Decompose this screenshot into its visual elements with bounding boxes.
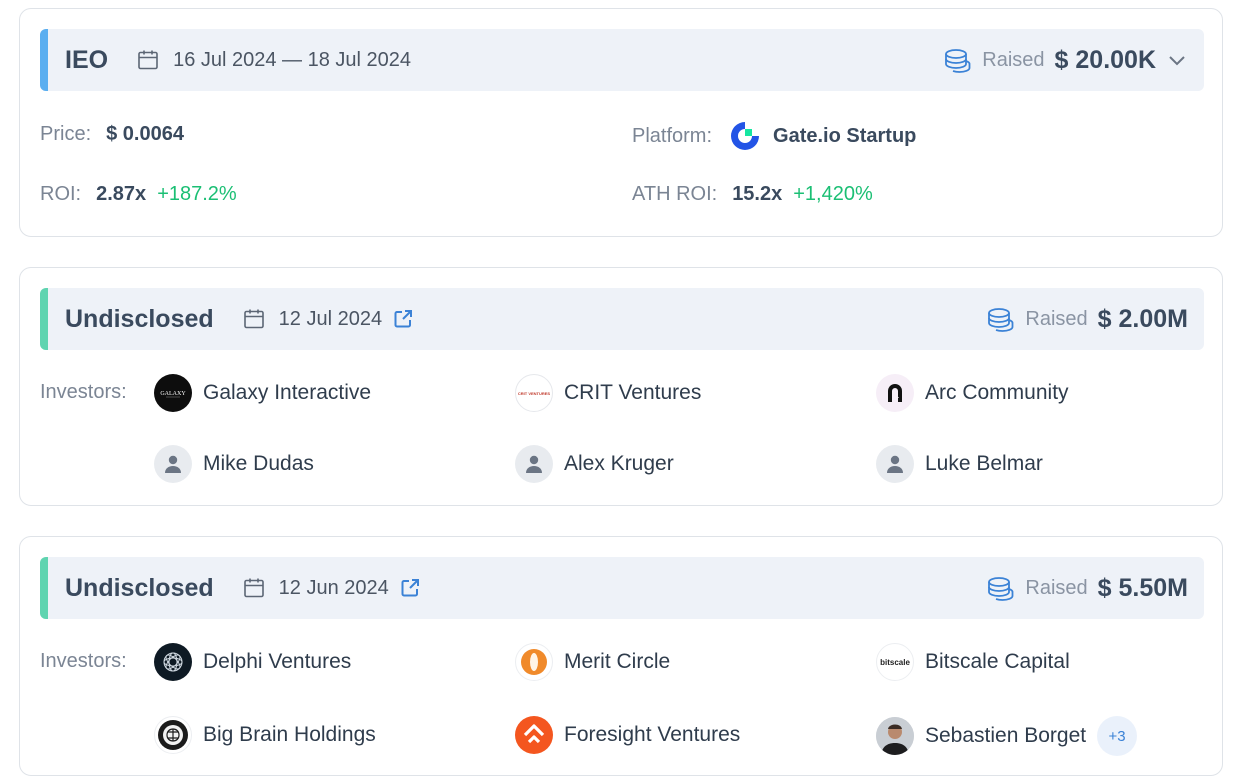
roi-change: +187.2% bbox=[157, 183, 237, 205]
arc-logo bbox=[876, 374, 914, 412]
coins-icon bbox=[988, 308, 1014, 332]
investor-item[interactable]: CRIT VENTURES CRIT Ventures bbox=[515, 374, 701, 412]
external-link-icon[interactable] bbox=[392, 308, 414, 330]
person-icon bbox=[876, 445, 914, 483]
investors-label: Investors: bbox=[40, 381, 127, 403]
round-header: Undisclosed 12 Jun 2024 Raised $ 5.50M bbox=[40, 557, 1204, 619]
raised-amount: Raised $ 20.00K bbox=[942, 29, 1188, 91]
investor-name: Big Brain Holdings bbox=[203, 723, 376, 746]
funding-round-card: Undisclosed 12 Jul 2024 Raised $ 2.00M I… bbox=[19, 267, 1223, 506]
investor-name: Arc Community bbox=[925, 381, 1069, 404]
merit-circle-logo bbox=[515, 643, 553, 681]
investor-item[interactable]: Sebastien Borget +3 bbox=[876, 716, 1138, 756]
raised-amount: Raised $ 5.50M bbox=[985, 557, 1188, 619]
price-label: Price: bbox=[40, 123, 92, 145]
raised-label: Raised bbox=[1025, 576, 1088, 599]
roi-label: ROI: bbox=[40, 183, 82, 205]
round-date: 16 Jul 2024 — 18 Jul 2024 bbox=[136, 48, 411, 72]
round-type: IEO bbox=[65, 45, 109, 74]
price-row: Price: $ 0.0064 bbox=[40, 123, 184, 146]
raised-value: $ 2.00M bbox=[1097, 304, 1188, 333]
person-icon bbox=[154, 445, 192, 483]
platform-label: Platform: bbox=[632, 124, 713, 147]
chevron-down-icon[interactable] bbox=[1166, 49, 1188, 71]
funding-round-card: Undisclosed 12 Jun 2024 Raised $ 5.50M I… bbox=[19, 536, 1223, 776]
platform-name[interactable]: Gate.io Startup bbox=[773, 125, 916, 148]
person-icon bbox=[515, 445, 553, 483]
coins-icon bbox=[988, 577, 1014, 601]
round-header: Undisclosed 12 Jul 2024 Raised $ 2.00M bbox=[40, 288, 1204, 350]
calendar-icon bbox=[138, 50, 158, 70]
ath-roi-value: 15.2x bbox=[732, 183, 783, 205]
investor-name: Delphi Ventures bbox=[203, 650, 352, 673]
calendar-icon bbox=[243, 578, 264, 598]
logo-text: CRIT VENTURES bbox=[517, 390, 551, 396]
investor-item[interactable]: Foresight Ventures bbox=[515, 716, 740, 754]
external-link-icon[interactable] bbox=[399, 577, 421, 599]
raised-value: $ 5.50M bbox=[1097, 573, 1188, 602]
coins-icon bbox=[945, 49, 971, 73]
investor-name: Alex Kruger bbox=[564, 452, 674, 475]
roi-row: ROI: 2.87x +187.2% bbox=[40, 183, 237, 206]
investor-item[interactable]: Luke Belmar bbox=[876, 445, 1043, 483]
ath-roi-row: ATH ROI: 15.2x +1,420% bbox=[632, 183, 873, 206]
delphi-logo bbox=[154, 643, 192, 681]
investor-item[interactable]: Arc Community bbox=[876, 374, 1069, 412]
investor-name: Galaxy Interactive bbox=[203, 381, 372, 404]
round-header[interactable]: IEO 16 Jul 2024 — 18 Jul 2024 Raised $ 2… bbox=[40, 29, 1204, 91]
roi-value: 2.87x bbox=[96, 183, 147, 205]
more-investors-badge[interactable]: +3 bbox=[1097, 716, 1138, 756]
raised-value: $ 20.00K bbox=[1054, 45, 1156, 74]
date-text: 12 Jun 2024 bbox=[278, 576, 389, 599]
gate-io-logo bbox=[731, 122, 760, 150]
date-text: 12 Jul 2024 bbox=[278, 307, 383, 330]
investor-name: Foresight Ventures bbox=[564, 723, 741, 746]
investor-item[interactable]: Mike Dudas bbox=[154, 445, 314, 483]
ath-roi-label: ATH ROI: bbox=[632, 183, 718, 205]
accent-bar bbox=[40, 557, 48, 619]
accent-bar bbox=[40, 288, 48, 350]
investor-item[interactable]: Merit Circle bbox=[515, 643, 670, 681]
svg-text:GALAXY: GALAXY bbox=[160, 391, 186, 397]
raised-label: Raised bbox=[982, 48, 1045, 71]
foresight-logo bbox=[515, 716, 553, 754]
avatar-photo bbox=[876, 717, 914, 755]
investor-name: Sebastien Borget bbox=[925, 724, 1087, 747]
galaxy-logo: GALAXY bbox=[154, 374, 192, 412]
investor-item[interactable]: bitscale Bitscale Capital bbox=[876, 643, 1070, 681]
crit-logo: CRIT VENTURES bbox=[515, 374, 553, 412]
round-date: 12 Jun 2024 bbox=[242, 576, 421, 600]
ath-roi-change: +1,420% bbox=[793, 183, 873, 205]
bitscale-logo: bitscale bbox=[876, 643, 914, 681]
investor-item[interactable]: Delphi Ventures bbox=[154, 643, 351, 681]
round-type: Undisclosed bbox=[65, 304, 214, 333]
calendar-icon bbox=[243, 309, 264, 329]
ieo-round-card: IEO 16 Jul 2024 — 18 Jul 2024 Raised $ 2… bbox=[19, 8, 1223, 237]
investor-item[interactable]: Big Brain Holdings bbox=[154, 716, 376, 754]
round-date: 12 Jul 2024 bbox=[242, 307, 414, 331]
investor-item[interactable]: GALAXY Galaxy Interactive bbox=[154, 374, 371, 412]
accent-bar bbox=[40, 29, 48, 91]
price-value: $ 0.0064 bbox=[106, 123, 184, 145]
investor-name: Merit Circle bbox=[564, 650, 671, 673]
investor-item[interactable]: Alex Kruger bbox=[515, 445, 674, 483]
investors-label: Investors: bbox=[40, 650, 127, 672]
investor-name: Bitscale Capital bbox=[925, 650, 1070, 673]
round-type: Undisclosed bbox=[65, 573, 214, 602]
logo-text: bitscale bbox=[880, 657, 910, 667]
investor-name: CRIT Ventures bbox=[564, 381, 702, 404]
big-brain-logo bbox=[154, 716, 192, 754]
raised-label: Raised bbox=[1025, 307, 1088, 330]
investor-name: Mike Dudas bbox=[203, 452, 314, 475]
platform-row: Platform: Gate.io Startup bbox=[632, 119, 916, 153]
date-text: 16 Jul 2024 — 18 Jul 2024 bbox=[173, 48, 412, 71]
raised-amount: Raised $ 2.00M bbox=[985, 288, 1188, 350]
investor-name: Luke Belmar bbox=[925, 452, 1043, 475]
